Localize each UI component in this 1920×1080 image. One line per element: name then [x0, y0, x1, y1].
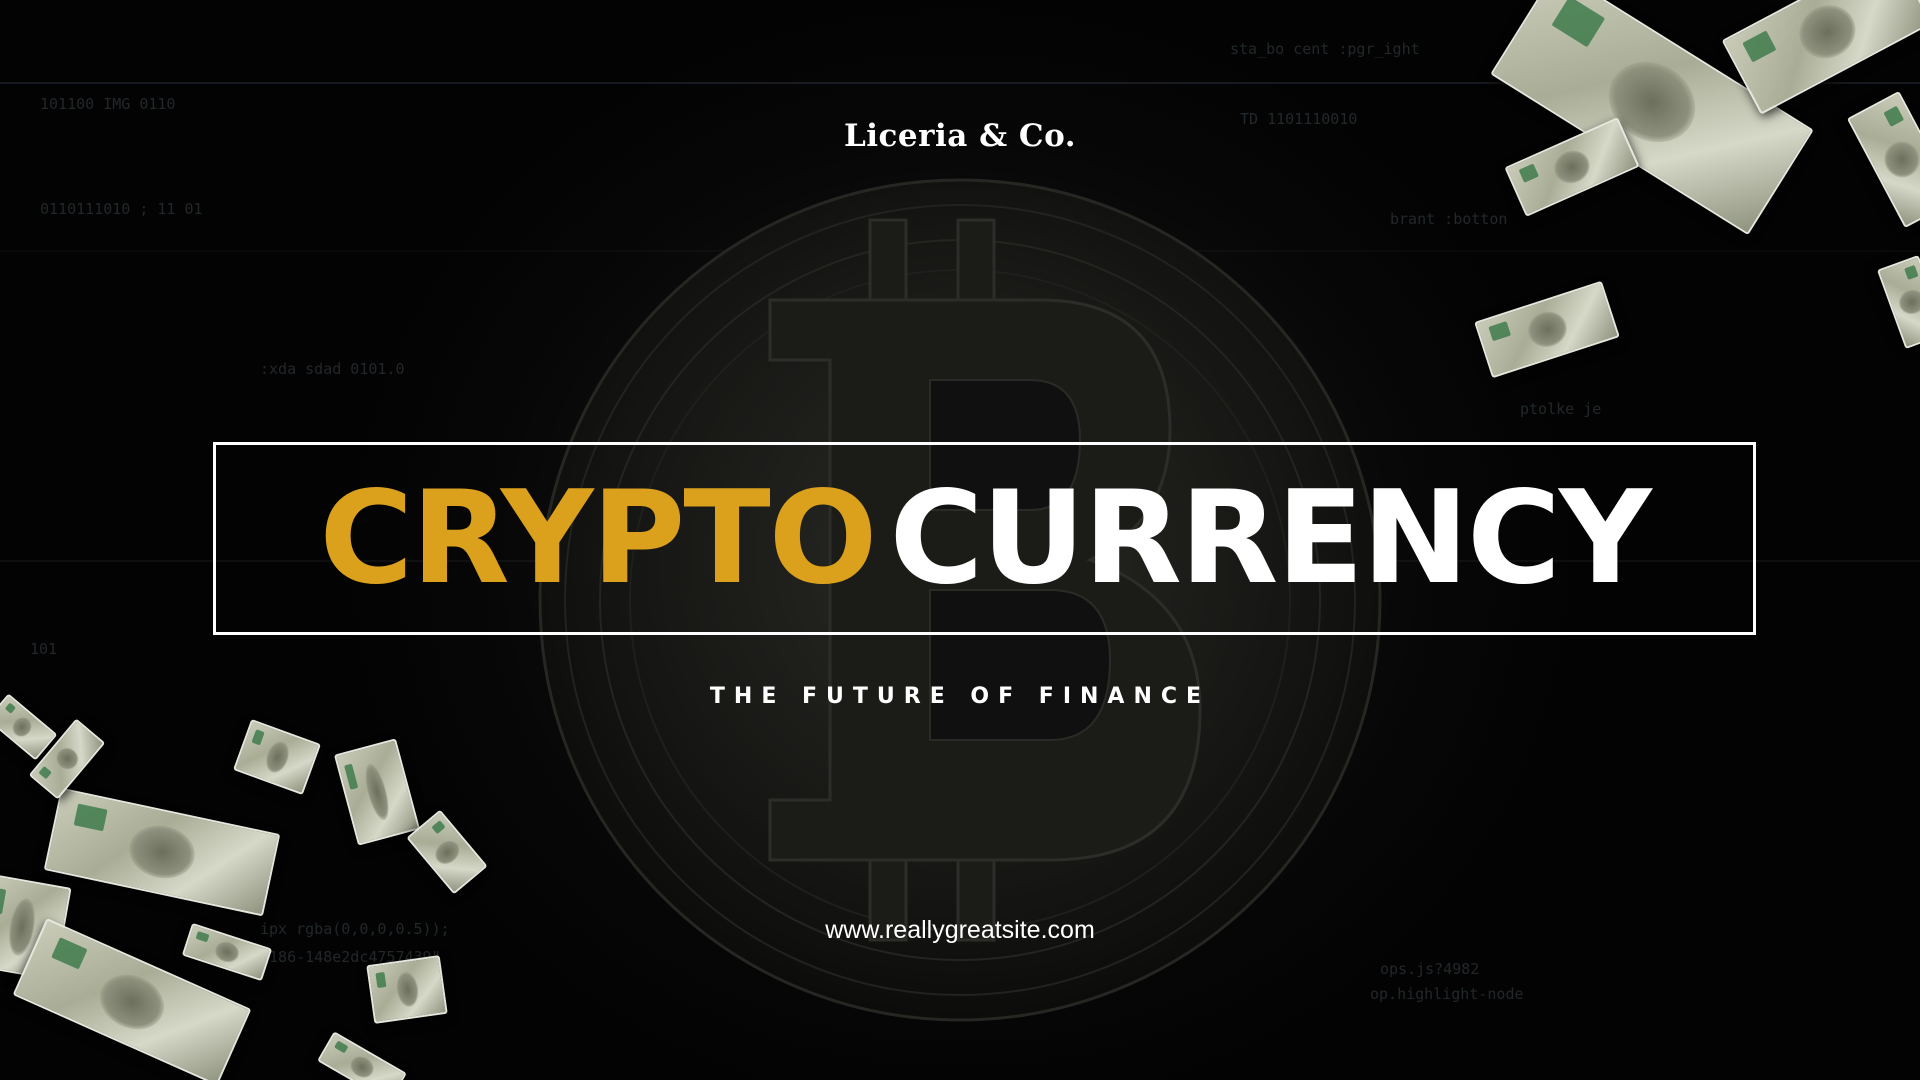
title-crypto: CRYPTO [319, 463, 877, 613]
dollar-bill-icon [232, 718, 322, 796]
dollar-bill-icon [333, 738, 421, 846]
title-currency: CURRENCY [889, 463, 1651, 613]
dollar-bill-icon [366, 955, 448, 1024]
dollar-bill-icon [1876, 255, 1920, 349]
website-url: www.reallygreatsite.com [825, 916, 1095, 944]
slide-canvas: 101100 IMG 0110 0110111010 ; 11 01 :xda … [0, 0, 1920, 1080]
dollar-bill-icon [317, 1031, 407, 1080]
brand-name: Liceria & Co. [843, 118, 1077, 154]
dollar-bill-icon [406, 809, 488, 895]
tagline: THE FUTURE OF FINANCE [709, 684, 1211, 709]
dollar-bill-icon [1474, 280, 1620, 379]
dollar-bill-icon [1846, 90, 1920, 229]
main-title: CRYPTO CURRENCY [213, 442, 1756, 635]
dollar-bill-icon [43, 787, 281, 917]
